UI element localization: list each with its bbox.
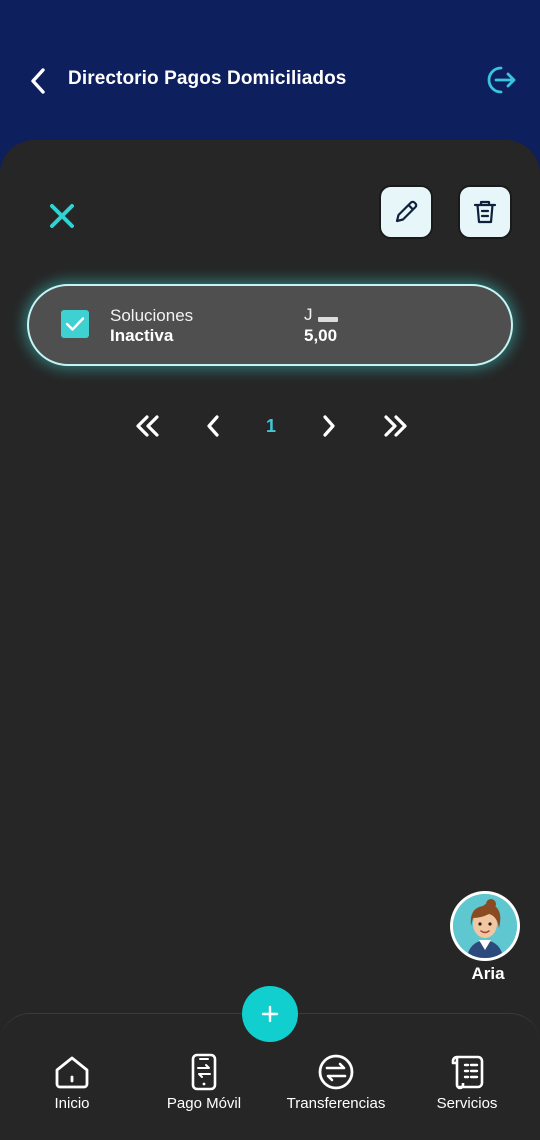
list-item[interactable]: Soluciones Inactiva J 5,00 — [27, 284, 513, 366]
pencil-icon — [395, 200, 418, 223]
home-icon — [55, 1056, 89, 1089]
item-rif-code: J — [304, 305, 313, 324]
assistant-avatar-button[interactable] — [450, 891, 520, 961]
next-page-button[interactable] — [313, 410, 345, 442]
edit-button[interactable] — [379, 185, 433, 239]
close-icon — [50, 204, 74, 228]
mobile-payment-icon — [191, 1053, 217, 1091]
nav-label-transferencias: Transferencias — [286, 1095, 386, 1112]
item-amount: 5,00 — [304, 326, 338, 345]
trash-icon — [473, 200, 497, 224]
nav-item-pago-movil[interactable]: Pago Móvil — [160, 1052, 248, 1116]
close-selection-button[interactable] — [44, 198, 80, 234]
item-checkbox[interactable] — [61, 310, 89, 338]
current-page: 1 — [265, 415, 276, 436]
logout-button[interactable] — [482, 62, 518, 98]
chevron-right-icon — [323, 415, 335, 437]
nav-label-inicio: Inicio — [54, 1095, 90, 1112]
nav-item-servicios[interactable]: Servicios — [431, 1052, 503, 1116]
chevron-left-icon — [31, 68, 45, 94]
page-title: Directorio Pagos Domiciliados — [68, 68, 347, 89]
nav-label-servicios: Servicios — [436, 1095, 498, 1112]
check-icon — [65, 317, 85, 331]
nav-item-transferencias[interactable]: Transferencias — [281, 1052, 391, 1116]
nav-label-pago-movil: Pago Móvil — [166, 1095, 242, 1112]
last-page-button[interactable] — [379, 410, 411, 442]
delete-button[interactable] — [458, 185, 512, 239]
add-button[interactable] — [242, 986, 298, 1042]
item-status: Inactiva — [110, 326, 174, 345]
back-button[interactable] — [22, 64, 54, 98]
prev-page-button[interactable] — [197, 410, 229, 442]
plus-icon — [261, 1005, 279, 1023]
transfer-icon — [318, 1054, 354, 1090]
logout-icon — [487, 66, 516, 94]
avatar — [453, 894, 517, 958]
pagination: 1 — [0, 410, 540, 442]
first-page-button[interactable] — [132, 410, 164, 442]
assistant-avatar-icon — [453, 894, 517, 958]
double-chevron-right-icon — [384, 415, 407, 437]
main-panel: Soluciones Inactiva J 5,00 1 Aria Inicio… — [0, 140, 540, 1140]
double-chevron-left-icon — [136, 415, 159, 437]
masked-rif — [318, 317, 338, 322]
scroll-icon — [451, 1055, 484, 1090]
item-name: Soluciones — [110, 306, 194, 325]
chevron-left-icon — [207, 415, 219, 437]
nav-item-inicio[interactable]: Inicio — [46, 1052, 98, 1116]
assistant-name: Aria — [471, 964, 505, 983]
page-number-button[interactable]: 1 — [255, 410, 287, 442]
